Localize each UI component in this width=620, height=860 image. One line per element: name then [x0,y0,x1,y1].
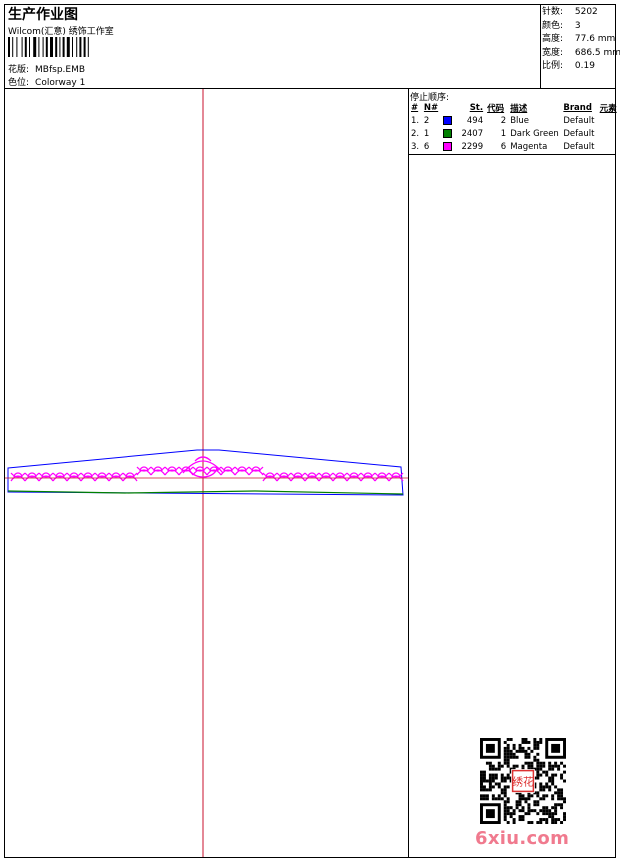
seal-text: 绣花 [512,775,534,788]
col-stitches: St. [469,102,484,113]
design-file-row: 花版: MBfsp.EMB [8,62,85,75]
color-swatch [442,128,452,138]
col-needle: N# [423,102,439,113]
table-row: 3. 6 2299 6 Magenta Default [411,141,595,152]
stat-scale: 比例: 0.19 [542,61,595,71]
embroidery-preview [5,89,408,857]
col-description: 描述 [510,103,528,114]
page-title: 生产作业图 [8,7,78,23]
studio-name: Wilcom(汇意) 绣饰工作室 [8,27,114,37]
color-table-divider [408,154,616,155]
panel-divider [408,88,409,858]
stats-divider [540,4,541,88]
col-swatch [441,101,456,114]
col-brand: Brand [563,102,592,113]
color-swatch [442,115,452,125]
design-file-value: MBfsp.EMB [35,65,86,75]
stat-stitches: 针数: 5202 [542,7,598,17]
table-row: 1. 2 494 2 Blue Default [411,115,595,126]
stat-height: 高度: 77.6 mm [542,34,616,44]
col-index: # [411,102,419,113]
watermark-logo: 6xiu.com [475,828,570,849]
design-stats: 针数: 5202 颜色: 3 高度: 77.6 mm 宽度: 686.5 mm … [542,6,620,74]
table-header: # N# St. 代码 描述 Brand 元素 [409,101,620,114]
table-row: 2. 1 2407 1 Dark Green Default [411,128,595,139]
stat-width: 宽度: 686.5 mm [542,47,620,58]
col-code: 代码 [487,103,505,114]
color-sequence-table: # N# St. 代码 描述 Brand 元素 1. 2 494 2 Blue … [409,101,620,153]
qr-code-image: 绣花 [480,738,566,824]
col-element: 元素 [599,103,617,114]
design-file-label: 花版: [8,65,30,75]
magenta-ornament [10,456,404,482]
colorway-row: 色位: Colorway 1 [8,75,85,88]
colorway-value: Colorway 1 [35,78,86,88]
colorway-label: 色位: [8,78,30,88]
stat-colors: 颜色: 3 [542,20,581,31]
barcode-image [8,37,89,57]
color-swatch [442,141,452,151]
